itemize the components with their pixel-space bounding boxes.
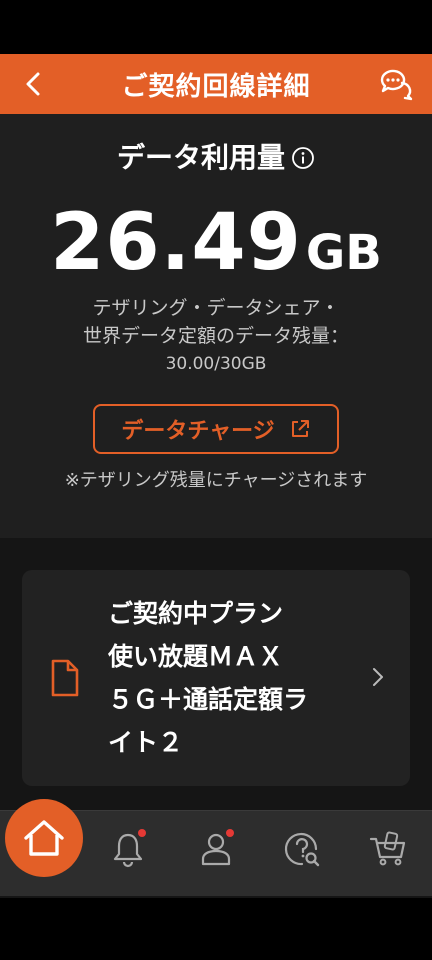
plan-name-line1: 使い放題ＭＡＸ [108,642,284,671]
usage-desc-line2: 世界データ定額のデータ残量： [82,325,349,347]
usage-description: テザリング・データシェア・ 世界データ定額のデータ残量： 30.00/30GB [0,294,432,378]
current-plan-card[interactable]: ご契約中プラン 使い放題ＭＡＸ ５Ｇ＋通話定額ラ イト２ [22,570,410,786]
data-charge-button[interactable]: データチャージ [93,404,339,454]
usage-label: データ利用量 [116,141,285,174]
usage-unit: GB [305,225,382,281]
nav-home[interactable] [5,799,83,877]
chat-bubbles-icon[interactable] [378,66,414,102]
cart-icon [369,831,406,866]
help-search-icon [284,832,320,867]
data-usage-panel: データ利用量 26.49 GB テザリング・データシェア・ 世界データ定額のデー… [0,114,432,538]
usage-desc-remaining: 30.00/30GB [165,354,267,374]
notification-badge [138,829,146,837]
nav-help[interactable] [282,829,322,869]
bottom-navigation [0,799,432,896]
page-title: ご契約回線詳細 [121,71,311,102]
plan-name-line3: イト２ [108,728,184,757]
plan-name-line2: ５Ｇ＋通話定額ラ [108,685,309,714]
usage-desc-line1: テザリング・データシェア・ [92,297,340,319]
usage-amount: 26.49 GB [0,198,432,288]
nav-notifications[interactable] [108,829,148,869]
plan-heading: ご契約中プラン [108,599,284,628]
app-header: ご契約回線詳細 [0,54,432,114]
nav-shop[interactable] [368,829,408,869]
chevron-right-icon [373,668,383,686]
info-icon[interactable] [291,146,315,170]
external-link-icon [291,420,309,437]
nav-account[interactable] [196,829,236,869]
charge-note: ※テザリング残量にチャージされます [64,470,368,491]
document-icon [51,659,79,697]
account-badge [226,829,234,837]
usage-label-row: データ利用量 [0,136,432,176]
data-charge-label: データチャージ [121,419,275,444]
chevron-left-icon[interactable] [18,68,50,100]
plan-text: ご契約中プラン 使い放題ＭＡＸ ５Ｇ＋通話定額ラ イト２ [108,592,368,764]
home-icon [24,820,64,856]
usage-value: 26.49 [50,198,302,288]
